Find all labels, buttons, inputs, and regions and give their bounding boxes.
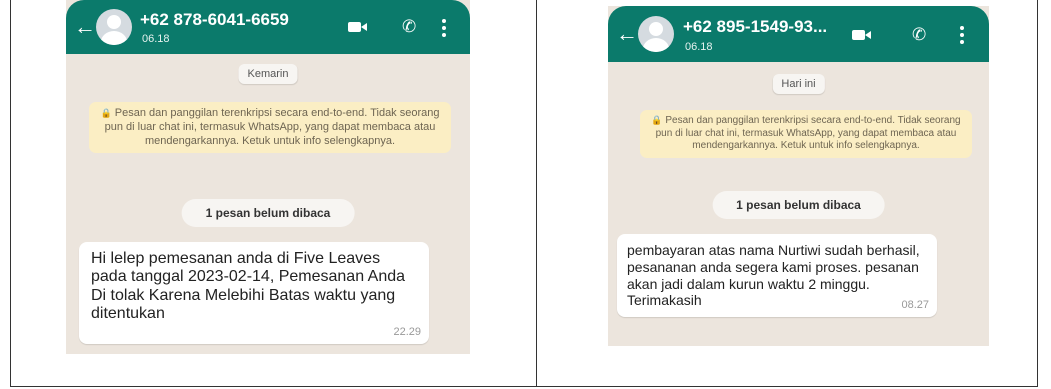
encryption-notice-text: Pesan dan panggilan terenkripsi secara e… xyxy=(104,107,440,147)
contact-number[interactable]: +62 878-6041-6659 xyxy=(140,10,289,30)
message-bubble[interactable]: pembayaran atas nama Nurtiwi sudah berha… xyxy=(617,234,937,318)
unread-badge: 1 pesan belum dibaca xyxy=(712,191,885,219)
more-vertical-icon[interactable] xyxy=(442,19,446,40)
lock-icon: 🔒 xyxy=(100,108,112,118)
date-chip: Hari ini xyxy=(772,74,825,94)
encryption-notice-text: Pesan dan panggilan terenkripsi secara e… xyxy=(655,115,961,151)
table-divider xyxy=(536,0,537,387)
more-vertical-icon[interactable] xyxy=(960,26,964,47)
phone-icon[interactable]: ✆ xyxy=(402,18,416,35)
arrow-left-icon[interactable]: ← xyxy=(616,23,638,45)
encryption-notice[interactable]: 🔒 Pesan dan panggilan terenkripsi secara… xyxy=(640,110,972,158)
lock-icon: 🔒 xyxy=(651,115,663,125)
encryption-notice[interactable]: 🔒 Pesan dan panggilan terenkripsi secara… xyxy=(89,102,451,154)
chat-screenshot-1: ← +62 878-6041-6659 06.18 ✆ Kemarin 🔒 Pe… xyxy=(66,0,470,354)
chat-screenshot-2: ← +62 895-1549-93... 06.18 ✆ Hari ini 🔒 … xyxy=(608,6,989,346)
date-chip: Kemarin xyxy=(238,64,298,84)
arrow-left-icon[interactable]: ← xyxy=(74,16,96,38)
message-time: 22.29 xyxy=(393,325,421,338)
message-bubble[interactable]: Hi lelep pemesanan anda di Five Leaves p… xyxy=(79,242,429,344)
last-seen: 06.18 xyxy=(685,41,713,53)
last-seen: 06.18 xyxy=(142,33,170,45)
avatar[interactable] xyxy=(96,9,132,45)
unread-badge: 1 pesan belum dibaca xyxy=(181,199,355,227)
chat-header: ← +62 878-6041-6659 06.18 ✆ xyxy=(66,0,470,54)
message-text: pembayaran atas nama Nurtiwi sudah berha… xyxy=(627,242,920,309)
chat-header: ← +62 895-1549-93... 06.18 ✆ xyxy=(608,6,989,62)
avatar[interactable] xyxy=(638,16,674,52)
video-camera-icon[interactable] xyxy=(852,30,871,40)
video-camera-icon[interactable] xyxy=(348,22,367,32)
message-time: 08.27 xyxy=(901,299,929,311)
message-text: Hi lelep pemesanan anda di Five Leaves p… xyxy=(91,250,406,323)
phone-icon[interactable]: ✆ xyxy=(912,26,926,43)
contact-number[interactable]: +62 895-1549-93... xyxy=(683,17,827,37)
